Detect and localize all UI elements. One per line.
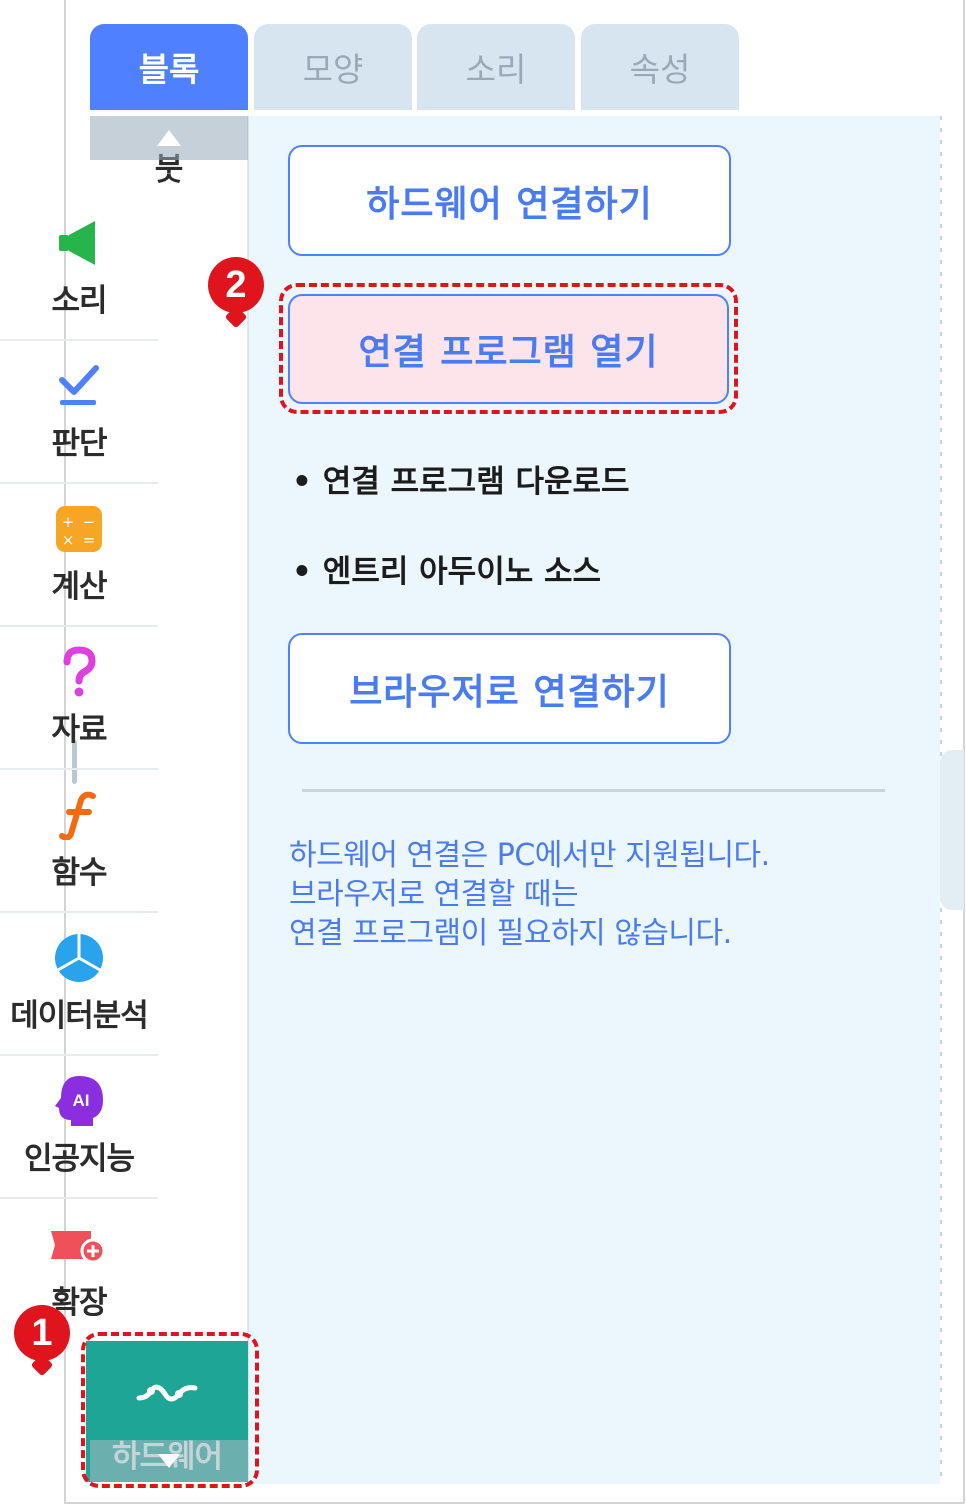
- download-program-link[interactable]: • 연결 프로그램 다운로드: [292, 456, 630, 501]
- sidebar-item-data-analysis[interactable]: 데이터분석: [0, 913, 158, 1056]
- sidebar-item-label: 계산: [51, 569, 107, 605]
- note-line: 브라우저로 연결할 때는: [289, 877, 579, 912]
- tab-sounds[interactable]: 소리: [417, 24, 575, 110]
- question-icon: [59, 646, 99, 698]
- note-line: 하드웨어 연결은 PC에서만 지원됩니다.: [289, 838, 770, 873]
- scroll-up-button[interactable]: [90, 116, 248, 160]
- check-icon: [56, 360, 102, 412]
- extension-icon: [49, 1219, 109, 1271]
- support-note: 하드웨어 연결은 PC에서만 지원됩니다. 브라우저로 연결할 때는 연결 프로…: [289, 836, 770, 953]
- arduino-source-link[interactable]: • 엔트리 아두이노 소스: [292, 546, 601, 591]
- link-label: 엔트리 아두이노 소스: [322, 554, 602, 590]
- bullet-dot: •: [292, 554, 312, 590]
- link-label: 연결 프로그램 다운로드: [322, 464, 630, 500]
- tab-blocks[interactable]: 블록: [90, 24, 248, 110]
- svg-text:=: =: [83, 531, 96, 549]
- sidebar-item-label: 데이터분석: [10, 998, 149, 1034]
- sidebar-item-ai[interactable]: AI 인공지능: [0, 1056, 158, 1199]
- panel-scrollbar[interactable]: [940, 750, 964, 910]
- calculator-icon: + − × =: [55, 503, 103, 555]
- tab-properties[interactable]: 속성: [581, 24, 739, 110]
- svg-text:×: ×: [62, 531, 75, 549]
- function-icon: [59, 789, 99, 841]
- svg-text:AI: AI: [73, 1091, 90, 1110]
- sidebar-item-function[interactable]: 함수: [0, 770, 158, 913]
- highlight-hardware: [81, 1332, 259, 1488]
- sidebar-item-label: 함수: [51, 855, 107, 891]
- sidebar-item-label: 판단: [51, 426, 107, 462]
- browser-connect-button[interactable]: 브라우저로 연결하기: [288, 633, 731, 744]
- triangle-up-icon: [157, 130, 181, 146]
- ai-head-icon: AI: [53, 1075, 105, 1127]
- pie-chart-icon: [54, 932, 104, 984]
- step-marker-1: 1: [14, 1305, 70, 1361]
- sidebar-item-label: 붓: [154, 152, 184, 188]
- sidebar-item-label: 인공지능: [23, 1141, 135, 1177]
- open-program-button[interactable]: 연결 프로그램 열기: [288, 294, 729, 404]
- svg-text:+: +: [62, 513, 75, 531]
- bullet-dot: •: [292, 464, 312, 500]
- tab-shapes[interactable]: 모양: [254, 24, 412, 110]
- sidebar-item-data[interactable]: 자료: [0, 627, 158, 770]
- svg-text:−: −: [83, 513, 96, 531]
- sidebar-item-calculation[interactable]: + − × = 계산: [0, 484, 158, 627]
- sidebar-item-label: 소리: [51, 283, 107, 319]
- connect-hardware-button[interactable]: 하드웨어 연결하기: [288, 145, 731, 256]
- step-marker-2: 2: [208, 257, 264, 313]
- section-divider: [302, 789, 885, 792]
- sidebar-item-label: 자료: [51, 712, 107, 748]
- note-line: 연결 프로그램이 필요하지 않습니다.: [289, 916, 732, 951]
- speaker-icon: [57, 217, 101, 269]
- sidebar-item-brush[interactable]: 붓: [90, 152, 248, 196]
- sidebar-item-judgement[interactable]: 판단: [0, 341, 158, 484]
- sidebar-item-sound[interactable]: 소리: [0, 198, 158, 341]
